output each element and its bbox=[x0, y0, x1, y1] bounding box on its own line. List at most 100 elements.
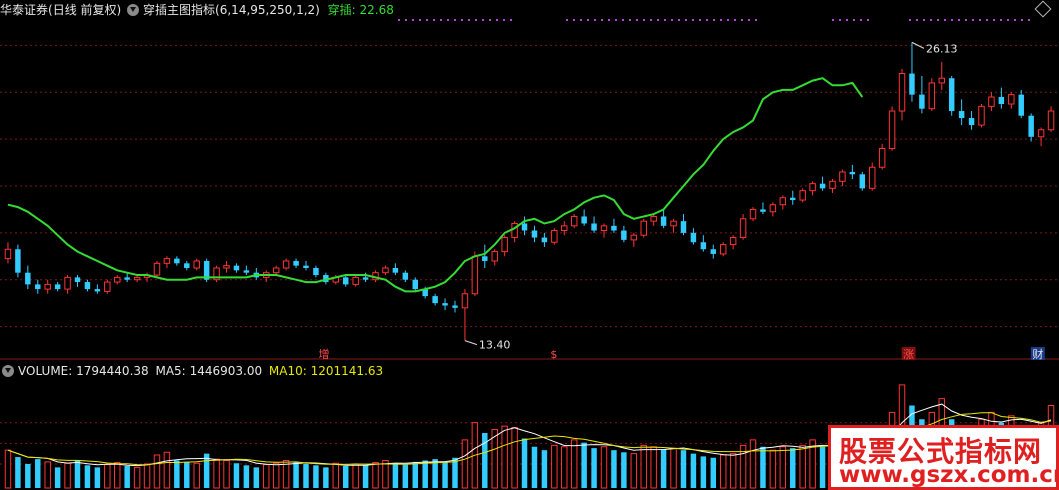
volume-bar bbox=[729, 453, 737, 489]
top-dot bbox=[643, 19, 645, 21]
top-dot bbox=[412, 19, 414, 21]
high-annotation: 26.13 bbox=[926, 42, 958, 55]
volume-bar bbox=[819, 446, 826, 488]
candle-body bbox=[760, 209, 766, 212]
volume-bar bbox=[432, 459, 438, 488]
volume-dropdown-icon[interactable] bbox=[2, 365, 14, 377]
candle-body bbox=[163, 258, 171, 264]
top-dot bbox=[741, 19, 743, 21]
top-dot bbox=[615, 19, 617, 21]
top-dot bbox=[846, 19, 848, 21]
value-label: 穿插: bbox=[327, 3, 356, 17]
annotation-leader bbox=[464, 340, 478, 346]
candle-body bbox=[64, 276, 71, 290]
candle-body bbox=[948, 78, 955, 112]
volume-bar bbox=[54, 467, 61, 488]
top-dot bbox=[1028, 19, 1030, 21]
candle-body bbox=[461, 293, 469, 309]
candle-body bbox=[878, 148, 886, 168]
watermark: 股票公式指标网 www.gszx.com.cn bbox=[828, 425, 1059, 490]
candle-body bbox=[581, 216, 587, 224]
top-dot bbox=[923, 19, 925, 21]
top-dot bbox=[482, 19, 484, 21]
candle-body bbox=[1037, 129, 1045, 138]
top-dot bbox=[622, 19, 624, 21]
candle-body bbox=[978, 105, 985, 126]
candle-body bbox=[1008, 94, 1015, 105]
top-dot bbox=[692, 19, 694, 21]
candle-body bbox=[541, 237, 548, 243]
volume-bar bbox=[660, 449, 667, 488]
volume-bar bbox=[362, 465, 369, 488]
candle-body bbox=[432, 296, 438, 304]
candle-body bbox=[293, 260, 299, 266]
top-dot bbox=[468, 19, 470, 21]
indicator-dropdown-icon[interactable] bbox=[127, 4, 140, 16]
candle-body bbox=[859, 174, 866, 189]
volume-bar bbox=[719, 454, 727, 489]
volume-bar bbox=[94, 467, 101, 488]
ma5-label: MA5: bbox=[155, 364, 186, 378]
volume-bar bbox=[541, 450, 548, 488]
top-dot bbox=[972, 19, 974, 21]
candle-body bbox=[342, 277, 349, 285]
candle-body bbox=[898, 73, 906, 112]
candle-body bbox=[849, 171, 856, 175]
candle-body bbox=[1018, 94, 1024, 116]
top-dot bbox=[503, 19, 505, 21]
top-dot bbox=[419, 19, 421, 21]
volume-bar bbox=[521, 438, 528, 488]
top-dot bbox=[1014, 19, 1016, 21]
volume-bar bbox=[372, 462, 379, 489]
top-dot bbox=[748, 19, 750, 21]
candle-body bbox=[729, 237, 737, 246]
candle-body bbox=[1047, 110, 1055, 131]
top-dot bbox=[678, 19, 680, 21]
volume-bar bbox=[153, 454, 161, 489]
candle-body bbox=[521, 223, 528, 231]
candlestick-series bbox=[4, 42, 1055, 341]
volume-bar bbox=[15, 457, 21, 488]
top-dot bbox=[587, 19, 589, 21]
top-dot bbox=[629, 19, 631, 21]
volume-bar bbox=[422, 460, 428, 488]
volume-bar bbox=[600, 446, 608, 489]
top-dot bbox=[433, 19, 435, 21]
indicator-name[interactable]: 穿插主图指标 bbox=[143, 3, 215, 17]
volume-bar bbox=[44, 461, 51, 489]
volume-bar bbox=[779, 446, 787, 489]
volume-bar bbox=[243, 465, 250, 488]
top-dot bbox=[706, 19, 708, 21]
candle-body bbox=[452, 305, 458, 308]
volume-value: 1794440.38 bbox=[76, 364, 149, 378]
main-header: 华泰证券(日线 前复权) 穿插主图指标(6,14,95,250,1,2) 穿插:… bbox=[0, 0, 394, 20]
period-label: (日线 前复权) bbox=[48, 3, 122, 17]
candle-body bbox=[482, 256, 488, 261]
volume-bar bbox=[263, 464, 270, 489]
ma10-label: MA10: bbox=[268, 364, 307, 378]
stock-name: 华泰证券 bbox=[0, 3, 49, 17]
volume-bar bbox=[402, 464, 409, 488]
candle-body bbox=[700, 242, 707, 250]
volume-bar bbox=[611, 450, 617, 488]
top-dot bbox=[496, 19, 498, 21]
candle-body bbox=[799, 190, 806, 201]
ma5-value: 1446903.00 bbox=[189, 364, 263, 378]
candle-body bbox=[790, 197, 796, 201]
volume-bar bbox=[621, 452, 627, 488]
volume-bar bbox=[799, 444, 806, 489]
candle-body bbox=[104, 281, 111, 292]
volume-bar bbox=[531, 446, 538, 488]
volume-bar bbox=[461, 439, 469, 489]
volume-bar bbox=[342, 466, 349, 488]
top-dot bbox=[867, 19, 869, 21]
volume-bar bbox=[25, 463, 31, 488]
volume-bar bbox=[442, 461, 448, 488]
volume-bar bbox=[790, 448, 796, 488]
volume-bar bbox=[213, 458, 220, 489]
top-dot bbox=[636, 19, 638, 21]
candle-body bbox=[551, 230, 558, 243]
candle-body bbox=[501, 237, 508, 253]
candle-body bbox=[749, 208, 757, 220]
candle-body bbox=[133, 276, 141, 281]
